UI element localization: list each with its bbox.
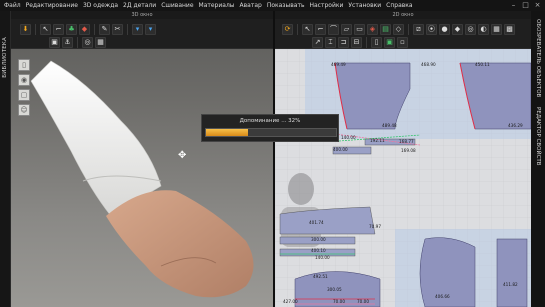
measure-label: 492.51	[313, 274, 328, 279]
measure-label: 450.11	[475, 62, 490, 67]
measure-label: 192.11	[370, 138, 385, 143]
sync-icon[interactable]: ⟳	[282, 24, 293, 35]
2d-viewport[interactable]: 2D окно ⟳ ↖ ⌐ ⌒ ▱ ▭ ◈ ▤ ◇ ⧄ ⦿ ● ◆ ◎ ◐ ▦ …	[275, 11, 531, 307]
avatar-head-icon[interactable]: ☺	[18, 104, 30, 116]
progress-fill	[206, 129, 248, 136]
progress-track	[205, 128, 337, 137]
annotation-icon[interactable]: ▯	[371, 37, 382, 48]
fold-line-icon[interactable]: ▤	[380, 24, 391, 35]
2d-window-title: 2D окно	[275, 11, 531, 19]
3d-side-tools: ▯ ◉ ▢ ☺	[18, 59, 30, 116]
measure-label: 427.00	[283, 299, 298, 304]
symmetry-icon[interactable]: ▫	[397, 37, 408, 48]
menu-3d-garment[interactable]: 3D одежда	[83, 0, 123, 11]
3d-viewport[interactable]: 3D окно ⬇ ↖ ⌐ ♣ ◆ ✎ ✂ ▾ ▾ ▣ ⚓ ◎ ▦ ▯ ◉ ▢ …	[11, 11, 273, 307]
measure-label: 400.00	[333, 147, 348, 152]
menu-help[interactable]: Справка	[386, 0, 417, 11]
avatar-arm-render	[30, 60, 254, 298]
measure-label: 436.29	[508, 123, 523, 128]
measure-label: 300.00	[311, 237, 326, 242]
segment-sew-icon[interactable]: ⧄	[413, 24, 424, 35]
library-strip[interactable]: БИБЛИОТЕКА	[0, 11, 11, 307]
menu-bar: Файл Редактирование 3D одежда 2Д детали …	[0, 0, 545, 11]
zipper-icon[interactable]: ▦	[491, 24, 502, 35]
menu-edit[interactable]: Редактирование	[26, 0, 83, 11]
minimize-button[interactable]: –	[509, 1, 518, 9]
measure-label: 140.00	[341, 135, 356, 140]
grading-icon[interactable]: ⊟	[351, 37, 362, 48]
edit-curve-icon[interactable]: ⌒	[328, 24, 339, 35]
view-front-icon[interactable]: ▯	[18, 59, 30, 71]
library-label: БИБЛИОТЕКА	[2, 37, 8, 78]
pattern-labels: 469.49 468.90 450.11 489.48 436.29 140.0…	[275, 49, 531, 307]
measure-label: 406.66	[435, 294, 450, 299]
measure-icon[interactable]: ⌶	[325, 37, 336, 48]
menu-2d-pattern[interactable]: 2Д детали	[123, 0, 161, 11]
internal-shape-icon[interactable]: ◇	[393, 24, 404, 35]
rectangle-icon[interactable]: ▭	[354, 24, 365, 35]
transform-pattern-icon[interactable]: ↖	[302, 24, 313, 35]
progress-dialog: Допоминание ... 32%	[201, 114, 339, 142]
notch-icon[interactable]: ◎	[465, 24, 476, 35]
mouse-cursor-icon: ✥	[178, 150, 187, 161]
menu-settings[interactable]: Настройки	[309, 0, 348, 11]
layer-icon[interactable]: ▣	[384, 37, 395, 48]
trace-icon[interactable]: ↗	[312, 37, 323, 48]
2d-toolbar: ⟳ ↖ ⌐ ⌒ ▱ ▭ ◈ ▤ ◇ ⧄ ⦿ ● ◆ ◎ ◐ ▦ ▩ ↗ ⌶ ⊐ …	[275, 19, 531, 49]
right-dock-strip[interactable]: ОБОЗРЕВАТЕЛЬ ОБЪЕКТОВ РЕДАКТОР СВОЙСТВ	[531, 11, 545, 307]
measure-label: 300.05	[327, 287, 342, 292]
sewing-check-icon[interactable]: ●	[439, 24, 450, 35]
edit-point-icon[interactable]: ⌐	[315, 24, 326, 35]
measure-label: 401.74	[309, 220, 324, 225]
maximize-button[interactable]: □	[521, 1, 530, 9]
button-icon[interactable]: ◐	[478, 24, 489, 35]
texture-icon[interactable]: ▩	[504, 24, 515, 35]
menu-preferences[interactable]: Установки	[348, 0, 386, 11]
property-editor-tab[interactable]: РЕДАКТОР СВОЙСТВ	[535, 107, 541, 166]
measure-label: 70.00	[357, 299, 369, 304]
view-mesh-icon[interactable]: ▢	[18, 89, 30, 101]
measure-label: 468.90	[421, 62, 436, 67]
measure-label: 70.00	[333, 299, 345, 304]
measure-label: 168.77	[399, 139, 414, 144]
measure-label: 140.00	[315, 255, 330, 260]
menu-file[interactable]: Файл	[4, 0, 26, 11]
measure-label: 169.08	[401, 148, 416, 153]
pin-2d-icon[interactable]: ◆	[452, 24, 463, 35]
dart-icon[interactable]: ◈	[367, 24, 378, 35]
menu-display[interactable]: Показывать	[267, 0, 310, 11]
polygon-icon[interactable]: ▱	[341, 24, 352, 35]
free-sew-icon[interactable]: ⦿	[426, 24, 437, 35]
object-browser-tab[interactable]: ОБОЗРЕВАТЕЛЬ ОБЪЕКТОВ	[535, 19, 541, 97]
progress-text: Допоминание ... 32%	[239, 118, 301, 124]
menu-avatar[interactable]: Аватар	[240, 0, 267, 11]
view-avatar-icon[interactable]: ◉	[18, 74, 30, 86]
measure-label: 469.49	[331, 62, 346, 67]
measure-label: 411.82	[503, 282, 518, 287]
menu-materials[interactable]: Материалы	[199, 0, 240, 11]
measure-label: 70.97	[369, 224, 381, 229]
window-controls: – □ ×	[509, 1, 542, 9]
close-button[interactable]: ×	[533, 1, 542, 9]
measure-label: 489.48	[382, 123, 397, 128]
measure-label: 400.10	[311, 248, 326, 253]
seam-allowance-icon[interactable]: ⊐	[338, 37, 349, 48]
menu-sewing[interactable]: Сшивание	[161, 0, 198, 11]
